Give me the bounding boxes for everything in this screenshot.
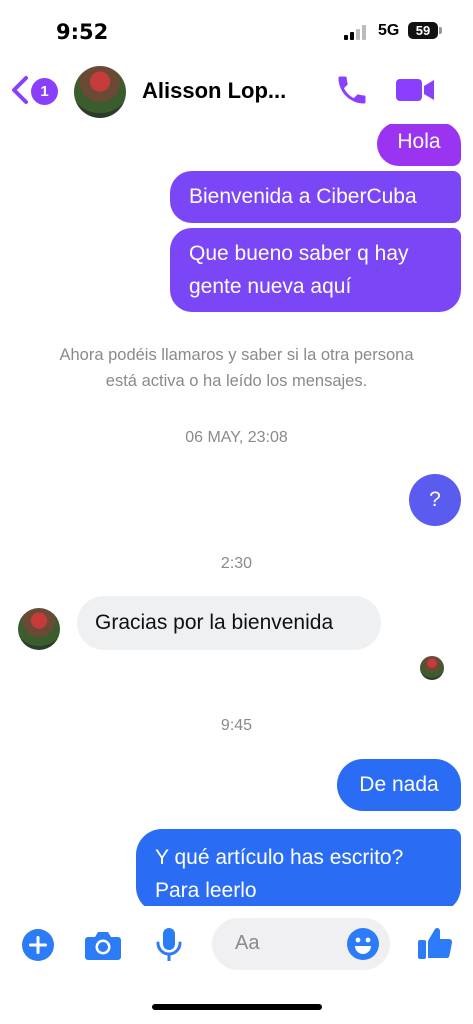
signal-icon [344, 24, 370, 40]
contact-name[interactable]: Alisson Lop... [142, 78, 302, 104]
message-text-line: Y qué artículo has escrito? [155, 846, 404, 869]
plus-icon[interactable] [21, 928, 55, 962]
contact-avatar-small[interactable] [18, 608, 60, 650]
timestamp: 2:30 [220, 555, 253, 572]
system-notice-line: está activa o ha leído los mensajes. [105, 372, 368, 390]
network-label: 5G [378, 22, 400, 39]
phone-icon[interactable] [334, 72, 370, 108]
message-text-line: Que bueno saber q hay [189, 242, 409, 265]
sent-message[interactable]: ? [409, 474, 461, 526]
sent-message[interactable]: Bienvenida a CiberCuba [170, 171, 461, 223]
sent-message[interactable]: Y qué artículo has escrito? Para leerlo [136, 829, 461, 906]
message-text-line: Para leerlo [155, 879, 257, 902]
read-receipt-avatar [420, 656, 444, 680]
battery-icon: 59 [408, 22, 438, 39]
sent-message[interactable]: De nada [337, 759, 461, 811]
chat-header: 1 Alisson Lop... [0, 58, 473, 124]
received-message[interactable]: Gracias por la bienvenida [77, 596, 381, 650]
thumbs-up-icon[interactable] [416, 924, 454, 962]
sent-message[interactable]: Hola [377, 124, 461, 166]
timestamp: 9:45 [220, 717, 253, 734]
microphone-icon[interactable] [154, 926, 184, 964]
message-text-line: gente nueva aquí [189, 275, 352, 298]
message-input-placeholder: Aa [235, 932, 260, 954]
message-text: Bienvenida a CiberCuba [189, 185, 417, 208]
contact-avatar[interactable] [74, 66, 126, 118]
back-chevron-icon [12, 76, 28, 104]
message-input[interactable]: Aa [212, 918, 390, 970]
message-text: Gracias por la bienvenida [95, 611, 334, 634]
video-camera-icon[interactable] [394, 74, 436, 106]
battery-tip [439, 27, 442, 34]
status-bar: 9:52 5G 59 [0, 0, 473, 58]
status-time: 9:52 [56, 20, 109, 44]
home-indicator [152, 1004, 322, 1010]
timestamp: 06 MAY, 23:08 [185, 429, 288, 446]
system-notice-line: Ahora podéis llamaros y saber si la otra… [59, 346, 414, 364]
message-text: ? [429, 488, 441, 511]
message-text: Hola [397, 130, 441, 153]
camera-icon[interactable] [84, 928, 122, 962]
message-thread[interactable]: Hola Bienvenida a CiberCuba Que bueno sa… [0, 124, 473, 906]
unread-badge: 1 [31, 78, 58, 105]
message-text: De nada [359, 773, 439, 796]
sent-message[interactable]: Que bueno saber q hay gente nueva aquí [170, 228, 461, 312]
emoji-icon[interactable] [346, 927, 380, 961]
system-notice: Ahora podéis llamaros y saber si la otra… [20, 342, 453, 394]
